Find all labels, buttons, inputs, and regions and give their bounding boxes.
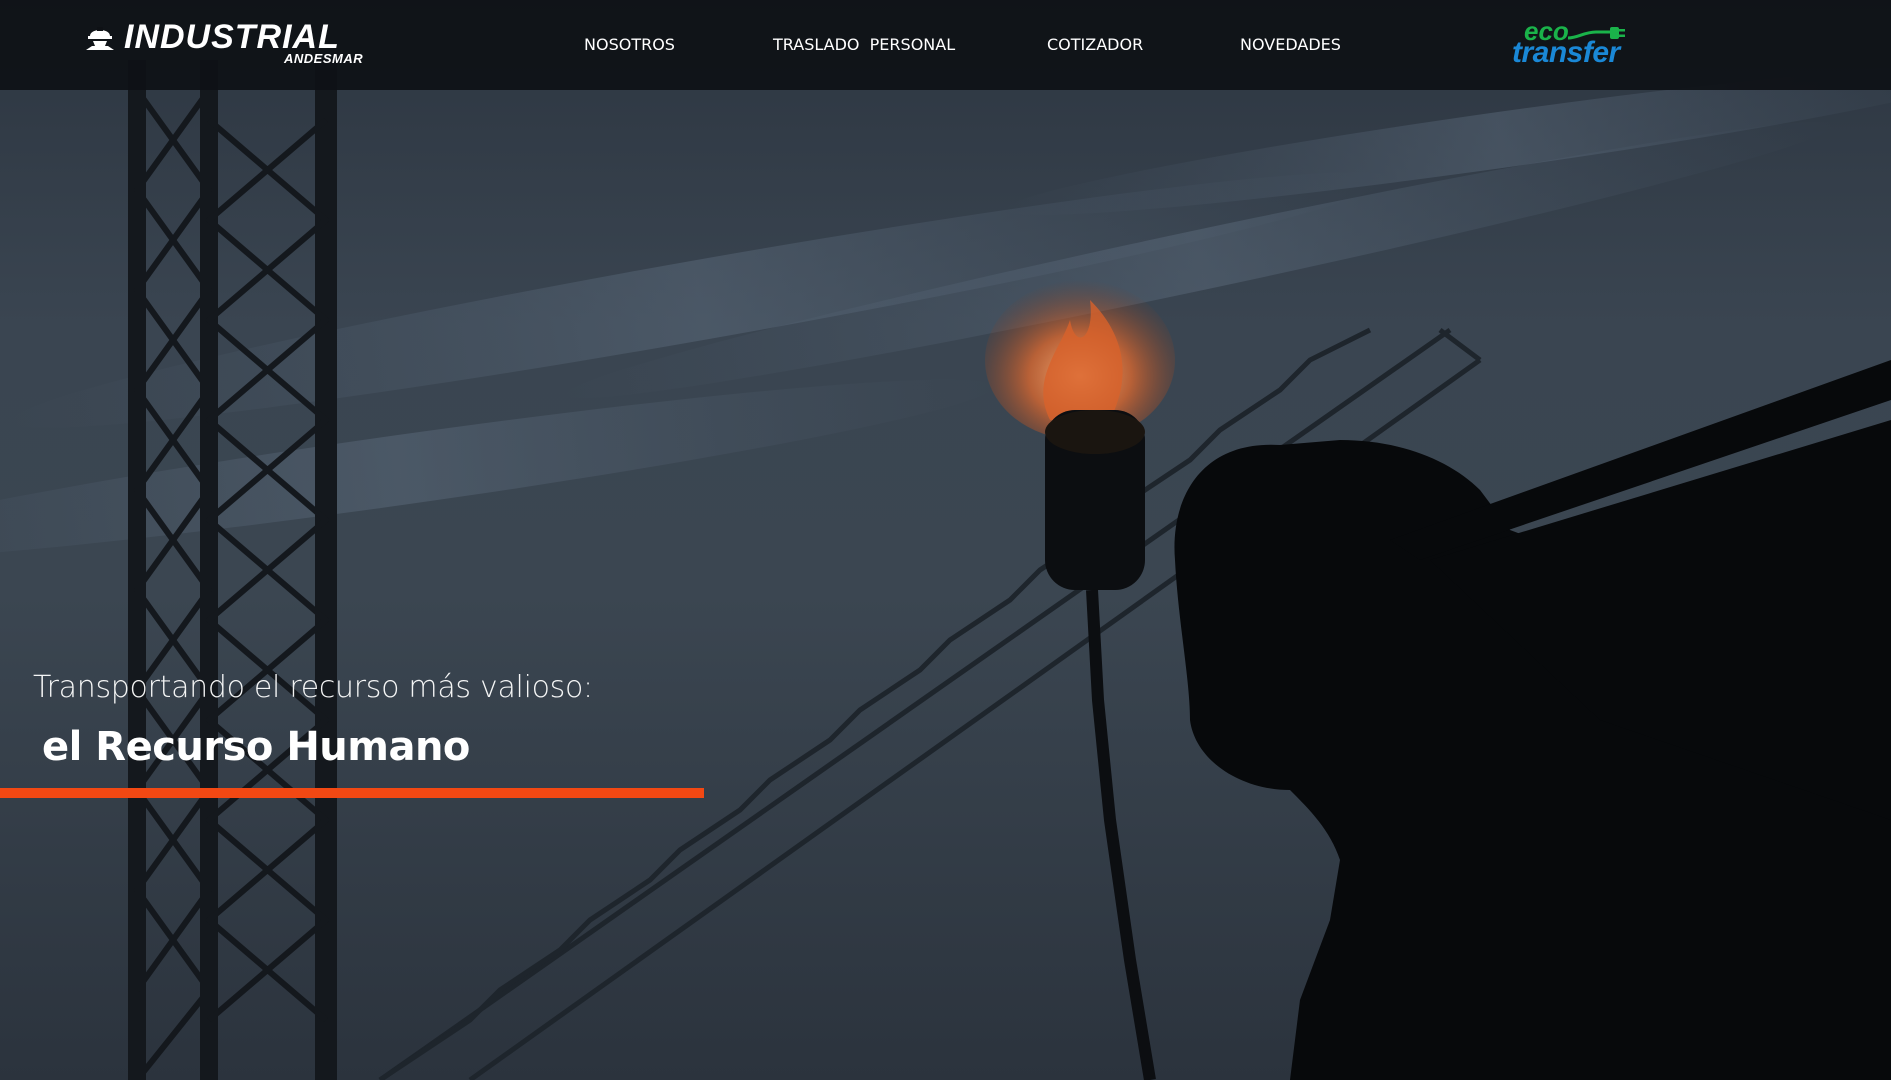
nav-item-cotizador[interactable]: COTIZADOR [1047,35,1143,54]
worker-helmet-icon [86,27,114,50]
hero-scene [0,60,1891,1080]
nav-item-nosotros[interactable]: NOSOTROS [584,35,675,54]
torch-with-flame [985,280,1175,1080]
worker-silhouette [1174,360,1891,1080]
eco-transfer-logo[interactable]: eco transfer [1512,16,1642,69]
nav-item-novedades[interactable]: NOVEDADES [1240,35,1341,54]
hero-background-image [0,0,1891,1080]
page: INDUSTRIAL ANDESMAR NOSOTROS TRASLADO PE… [0,0,1891,1080]
hero-headline: el Recurso Humano [42,724,470,770]
hero-accent-underline [0,788,704,798]
eco-logo-bottom-text: transfer [1512,36,1620,69]
top-navigation-bar: INDUSTRIAL ANDESMAR NOSOTROS TRASLADO PE… [0,0,1891,90]
hero-tagline: Transportando el recurso más valioso: [33,670,593,705]
tower-crane-mast [128,60,337,1080]
brand-subtitle: ANDESMAR [284,51,364,66]
industrial-andesmar-logo[interactable]: INDUSTRIAL ANDESMAR [86,18,386,70]
nav-item-traslado-personal[interactable]: TRASLADO PERSONAL [773,35,955,54]
